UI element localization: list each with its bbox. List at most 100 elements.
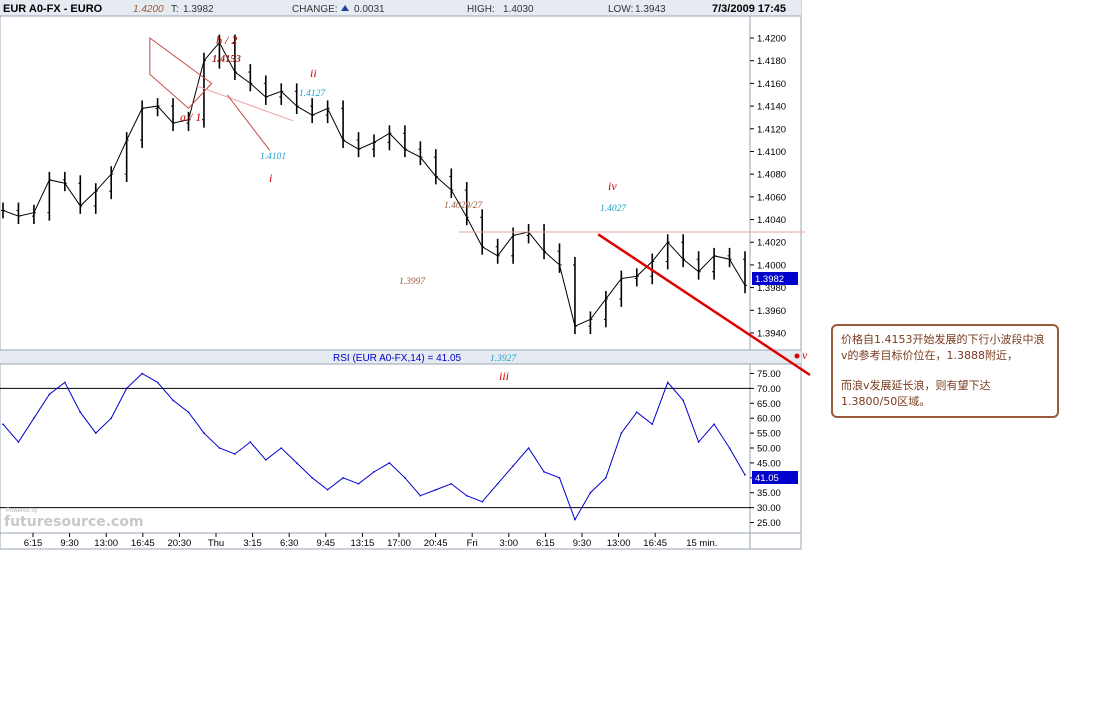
rsi-point [450, 482, 453, 485]
price-tick-label: 1.4040 [757, 215, 786, 226]
low-value: 1.3943 [635, 4, 666, 15]
price-tick-label: 1.4000 [757, 260, 786, 271]
rsi-point [605, 477, 607, 479]
rsi-point [48, 393, 51, 396]
rsi-point [496, 482, 499, 485]
price-tick-label: 1.4180 [757, 56, 786, 67]
rsi-point [264, 459, 267, 461]
rsi-point [311, 477, 313, 479]
price-tick-label: 1.3940 [757, 328, 786, 339]
price-tick-label: 1.4140 [757, 102, 786, 113]
time-tick-label: Fri [467, 538, 478, 549]
time-tick-label: 6:15 [24, 538, 43, 549]
note-line-2: 而浪v发展延长浪，则有望下达 1.3800/50区域。 [841, 379, 991, 408]
header-bar [0, 0, 801, 16]
wave-v-target [794, 353, 800, 359]
datetime: 7/3/2009 17:45 [712, 3, 786, 15]
time-tick-label: 20:45 [424, 538, 448, 549]
rsi-point [2, 423, 4, 425]
time-tick-label: 9:30 [573, 538, 592, 549]
price-tick-label: 1.4160 [757, 79, 786, 90]
rsi-point [64, 381, 66, 384]
high-value: 1.4030 [503, 4, 534, 15]
price-tick-label: 1.4100 [757, 147, 786, 158]
rsi-tick-label: 30.00 [757, 503, 781, 514]
wave-label-iii: iii [499, 369, 509, 383]
rsi-point [172, 399, 174, 402]
rsi-point [574, 518, 576, 521]
rsi-point [620, 432, 623, 434]
time-tick-label: Thu [208, 538, 224, 549]
rsi-tick-label: 60.00 [757, 414, 781, 425]
rsi-point [388, 462, 391, 464]
rsi-tick-label: 25.00 [757, 518, 781, 529]
time-tick-label: 13:00 [607, 538, 631, 549]
rsi-point [203, 432, 205, 434]
rsi-point [728, 447, 731, 449]
low-label: LOW: [608, 4, 633, 15]
rsi-title: RSI (EUR A0-FX,14) = 41.05 [333, 353, 462, 364]
rsi-point [125, 387, 128, 390]
rsi-point [589, 491, 592, 494]
rsi-point [33, 417, 35, 419]
time-tick-label: 17:00 [387, 538, 411, 549]
current-price-tag-label: 1.3982 [755, 274, 784, 285]
high-mark-label: 1.4200 [133, 4, 164, 15]
rsi-point [543, 471, 545, 473]
rsi-point [512, 465, 514, 467]
rsi-point [141, 372, 143, 375]
wave-label-iv: iv [608, 179, 617, 193]
rsi-point [419, 494, 422, 497]
rsi-point [435, 488, 437, 491]
time-tick-label: 9:30 [60, 538, 79, 549]
rsi-value-tag-label: 41.05 [755, 473, 779, 484]
time-tick-label: 3:00 [500, 538, 519, 549]
note-line-1: 价格自1.4153开始发展的下行小波段中浪v的参考目标价位在，1.3888附近， [841, 333, 1045, 362]
level-1-4101: 1.4101 [260, 152, 286, 162]
rsi-point [373, 471, 375, 473]
rsi-tick-label: 35.00 [757, 488, 781, 499]
rsi-point [17, 441, 20, 443]
time-tick-label: 16:45 [643, 538, 667, 549]
wave-label-a1: a / 1 [180, 110, 201, 124]
time-tick-label: 6:15 [536, 538, 555, 549]
rsi-point [218, 447, 221, 449]
rsi-tick-label: 65.00 [757, 399, 781, 410]
time-tick-label: 9:45 [317, 538, 336, 549]
price-tick-label: 1.4200 [757, 34, 786, 45]
rsi-point [280, 447, 283, 449]
rsi-point [697, 441, 700, 443]
time-tick-label: 16:45 [131, 538, 155, 549]
last-label: T: [171, 4, 179, 15]
rsi-point [357, 482, 360, 485]
time-tick-label: 6:30 [280, 538, 299, 549]
time-tick-label: 3:15 [243, 538, 262, 549]
change-value: 0.0031 [354, 4, 385, 15]
rsi-point [79, 411, 82, 414]
analysis-note: 价格自1.4153开始发展的下行小波段中浪v的参考目标价位在，1.3888附近，… [831, 324, 1059, 418]
rsi-point [326, 488, 329, 491]
rsi-point [713, 423, 715, 425]
level-1-4027: 1.4027 [600, 204, 627, 214]
chart-frame [0, 0, 802, 550]
wave-label-b2: b / 2 [216, 33, 237, 47]
change-label: CHANGE: [292, 4, 338, 15]
last-value: 1.3982 [183, 4, 214, 15]
level-1-3997: 1.3997 [399, 277, 426, 287]
rsi-point [249, 441, 252, 443]
rsi-point [295, 462, 298, 464]
rsi-point [187, 411, 190, 414]
rsi-point [234, 453, 236, 455]
rsi-point [635, 411, 638, 414]
price-tick-label: 1.4060 [757, 192, 786, 203]
price-tick-label: 1.4120 [757, 124, 786, 135]
rsi-point [651, 423, 654, 425]
symbol-title: EUR A0-FX - EURO [3, 3, 103, 15]
rsi-point [110, 417, 113, 419]
watermark-logo: futuresource.com [4, 514, 144, 530]
time-tick-label: 15 min. [686, 538, 717, 549]
level-1-4153: 1.4153 [212, 54, 241, 65]
wave-label-ii: ii [310, 66, 317, 80]
time-tick-label: 13:00 [94, 538, 118, 549]
wave-label-v: v [802, 348, 808, 362]
